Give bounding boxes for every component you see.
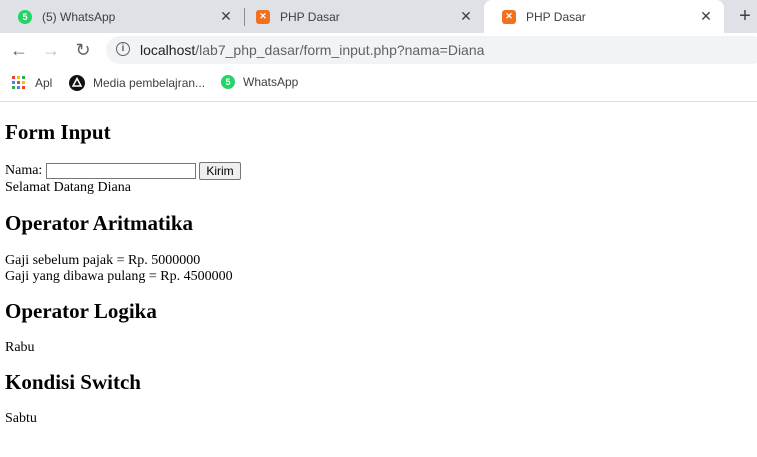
toolbar: ← → ↻ i localhost/lab7_php_dasar/form_in… [0, 33, 757, 67]
tab-whatsapp[interactable]: 5 (5) WhatsApp ✕ [0, 0, 244, 33]
new-tab-button[interactable]: + [735, 5, 755, 27]
page-content: Form Input Nama: Kirim Selamat Datang Di… [5, 101, 755, 427]
forward-button[interactable]: → [40, 39, 62, 61]
info-icon[interactable]: i [116, 42, 130, 56]
bookmark-label: Media pembelajran... [93, 76, 206, 90]
name-form: Nama: Kirim [5, 162, 755, 180]
whatsapp-icon: 5 [18, 9, 32, 24]
xampp-icon: ✕ [502, 9, 516, 24]
name-label: Nama: [5, 163, 43, 179]
browser-chrome: 5 (5) WhatsApp ✕ ✕ PHP Dasar ✕ ✕ PHP Das… [0, 0, 757, 102]
reload-button[interactable]: ↻ [72, 39, 94, 61]
switch-title: Kondisi Switch [5, 370, 141, 394]
name-input[interactable] [45, 163, 196, 179]
arith-title: Operator Aritmatika [5, 211, 193, 235]
back-button[interactable]: ← [8, 39, 30, 61]
xampp-icon: ✕ [256, 9, 270, 24]
bookmark-apps[interactable]: Apl [11, 75, 52, 91]
bookmark-whatsapp[interactable]: 5 WhatsApp [221, 75, 298, 89]
close-icon[interactable]: ✕ [458, 8, 474, 24]
media-icon [69, 75, 85, 91]
address-bar[interactable]: i localhost/lab7_php_dasar/form_input.ph… [106, 36, 757, 64]
tab-php-dasar[interactable]: ✕ PHP Dasar ✕ [238, 0, 484, 33]
tab-title: PHP Dasar [280, 9, 340, 24]
switch-result-text: Sabtu [5, 411, 37, 426]
tab-title: PHP Dasar [526, 9, 586, 24]
apps-grid-icon [11, 75, 27, 91]
bookmark-label: Apl [35, 76, 53, 90]
logic-title: Operator Logika [5, 299, 157, 323]
close-icon[interactable]: ✕ [218, 8, 234, 24]
bookmark-media[interactable]: Media pembelajran... [69, 75, 205, 91]
gaji-sebelum-text: Gaji sebelum pajak = Rp. 5000000 [5, 253, 201, 268]
url-path: /lab7_php_dasar/form_input.php?nama=Dian… [195, 42, 485, 58]
close-icon[interactable]: ✕ [698, 8, 714, 24]
logic-result-text: Rabu [5, 340, 35, 355]
bookmarks-bar: Apl Media pembelajran... 5 WhatsApp [0, 67, 757, 100]
form-title: Form Input [5, 120, 111, 144]
tab-title: (5) WhatsApp [42, 9, 116, 24]
submit-button[interactable]: Kirim [199, 162, 241, 180]
tab-strip: 5 (5) WhatsApp ✕ ✕ PHP Dasar ✕ ✕ PHP Das… [0, 0, 757, 33]
url-text: localhost/lab7_php_dasar/form_input.php?… [140, 42, 484, 58]
gaji-pulang-text: Gaji yang dibawa pulang = Rp. 4500000 [5, 269, 233, 284]
whatsapp-icon: 5 [221, 75, 235, 89]
greeting-text: Selamat Datang Diana [5, 180, 131, 195]
url-host: localhost [140, 42, 196, 58]
bookmark-label: WhatsApp [243, 75, 299, 89]
tab-php-dasar-active[interactable]: ✕ PHP Dasar ✕ [484, 0, 724, 33]
